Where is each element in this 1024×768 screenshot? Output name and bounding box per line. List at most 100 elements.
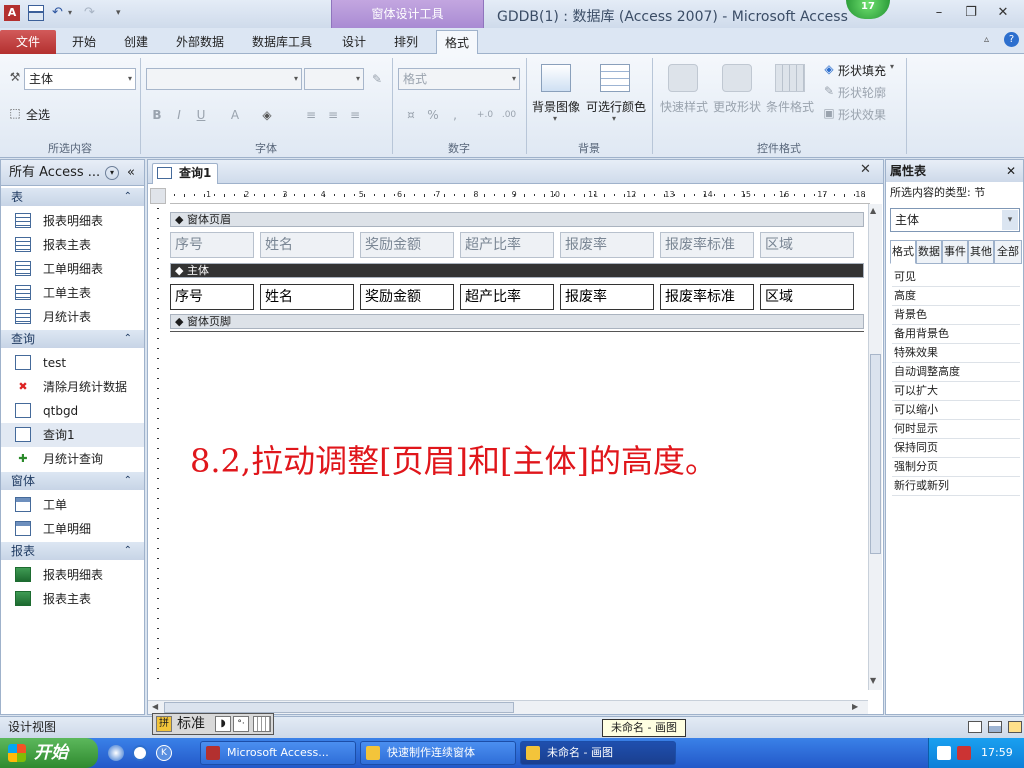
property-row[interactable]: 可以扩大	[892, 382, 1020, 401]
soft-keyboard-icon[interactable]	[253, 716, 271, 732]
property-row[interactable]: 强制分页	[892, 458, 1020, 477]
start-button[interactable]: 开始	[0, 738, 98, 768]
taskbar-button[interactable]: 未命名 - 画图	[520, 741, 676, 765]
ime-logo-icon[interactable]: 拼	[156, 716, 172, 732]
customize-qat-icon[interactable]: ▾	[116, 5, 132, 21]
shape-fill-icon[interactable]: ◈	[820, 60, 838, 78]
tab-create[interactable]: 创建	[116, 30, 156, 54]
taskbar-button[interactable]: 快速制作连续窗体	[360, 741, 516, 765]
nav-section-header[interactable]: 表 ⌃	[1, 188, 144, 206]
nav-item[interactable]: 报表明细表	[1, 209, 144, 233]
field-textbox[interactable]: 区域	[760, 284, 854, 310]
horizontal-scroll-thumb[interactable]	[164, 702, 514, 713]
detail-bar[interactable]: ◆ 主体	[170, 263, 864, 278]
property-tab[interactable]: 数据	[916, 240, 942, 264]
scroll-up-icon[interactable]: ▲	[870, 206, 876, 215]
close-document-icon[interactable]: ✕	[860, 162, 871, 177]
nav-item[interactable]: 月统计表	[1, 305, 144, 329]
save-icon[interactable]	[28, 5, 44, 21]
collapse-section-icon[interactable]: ⌃	[124, 542, 132, 560]
tab-format[interactable]: 格式	[436, 30, 479, 54]
close-property-sheet-icon[interactable]: ✕	[1006, 160, 1016, 182]
property-row[interactable]: 新行或新列	[892, 477, 1020, 496]
nav-item[interactable]: ✚ 月统计查询	[1, 447, 144, 471]
clock[interactable]: 17:59	[981, 738, 1013, 768]
property-row[interactable]: 可见	[892, 268, 1020, 287]
nav-item[interactable]: test	[1, 351, 144, 375]
nav-item[interactable]: qtbgd	[1, 399, 144, 423]
background-image-button[interactable]: 背景图像	[532, 98, 580, 115]
nav-pane-header[interactable]: 所有 Access ... ▾ «	[1, 160, 144, 186]
nav-item[interactable]: 报表主表	[1, 587, 144, 611]
tab-file[interactable]: 文件	[0, 30, 56, 54]
tab-arrange[interactable]: 排列	[386, 30, 426, 54]
nav-dropdown-icon[interactable]: ▾	[105, 166, 119, 180]
property-tab[interactable]: 事件	[942, 240, 968, 264]
property-tab[interactable]: 全部	[994, 240, 1022, 264]
form-view-icon[interactable]	[968, 721, 982, 733]
close-button[interactable]: ✕	[992, 4, 1014, 22]
property-row[interactable]: 自动调整高度	[892, 363, 1020, 382]
layout-view-icon[interactable]	[988, 721, 1002, 733]
tab-design[interactable]: 设计	[334, 30, 374, 54]
nav-item[interactable]: 工单明细	[1, 517, 144, 541]
nav-section-header[interactable]: 窗体 ⌃	[1, 472, 144, 490]
document-tab-query1[interactable]: 查询1	[152, 163, 218, 184]
property-row[interactable]: 备用背景色	[892, 325, 1020, 344]
field-textbox[interactable]: 超产比率	[460, 284, 554, 310]
nav-section-header[interactable]: 查询 ⌃	[1, 330, 144, 348]
alternate-row-color-icon[interactable]	[600, 64, 630, 92]
nav-section-header[interactable]: 报表 ⌃	[1, 542, 144, 560]
nav-item[interactable]: 工单	[1, 493, 144, 517]
minimize-button[interactable]: –	[928, 4, 950, 22]
nav-item[interactable]: 查询1	[1, 423, 144, 447]
nav-item[interactable]: ✖ 清除月统计数据	[1, 375, 144, 399]
ime-mode-label[interactable]: 标准	[177, 714, 205, 734]
collapse-pane-icon[interactable]: «	[127, 160, 135, 186]
property-row[interactable]: 特殊效果	[892, 344, 1020, 363]
field-textbox[interactable]: 报废率标准	[660, 284, 754, 310]
security-icon[interactable]	[957, 746, 971, 760]
ime-toolbar[interactable]: 拼 标准 ◗ °·	[152, 713, 274, 735]
background-image-icon[interactable]	[541, 64, 571, 92]
nav-item[interactable]: 工单明细表	[1, 257, 144, 281]
field-textbox[interactable]: 序号	[170, 284, 254, 310]
k-app-icon[interactable]: K	[156, 745, 172, 761]
browser-icon[interactable]	[108, 745, 124, 761]
scroll-down-icon[interactable]: ▼	[870, 676, 876, 685]
property-row[interactable]: 可以缩小	[892, 401, 1020, 420]
restore-button[interactable]: ❐	[960, 4, 982, 22]
field-textbox[interactable]: 姓名	[260, 284, 354, 310]
nav-item[interactable]: 报表明细表	[1, 563, 144, 587]
object-selector-combo[interactable]: 主体 ▾	[890, 208, 1020, 232]
property-row[interactable]: 高度	[892, 287, 1020, 306]
scroll-right-icon[interactable]: ▶	[852, 702, 858, 711]
horizontal-scrollbar[interactable]: ◀ ▶	[148, 700, 868, 714]
shape-fill-button[interactable]: 形状填充	[838, 62, 886, 79]
field-textbox[interactable]: 奖励金额	[360, 284, 454, 310]
select-all-button[interactable]: 全选	[26, 106, 50, 123]
fill-color-icon[interactable]: ◈	[258, 106, 276, 124]
selection-combo[interactable]: 主体 ▾	[24, 68, 136, 90]
help-icon[interactable]: ?	[1004, 32, 1019, 47]
property-tab[interactable]: 格式	[890, 240, 916, 264]
tab-external-data[interactable]: 外部数据	[168, 30, 232, 54]
taskbar-button[interactable]: Microsoft Access...	[200, 741, 356, 765]
nav-item[interactable]: 报表主表	[1, 233, 144, 257]
field-textbox[interactable]: 报废率	[560, 284, 654, 310]
property-tab[interactable]: 其他	[968, 240, 994, 264]
tab-home[interactable]: 开始	[64, 30, 104, 54]
design-view-icon[interactable]	[1008, 721, 1022, 733]
form-footer-bar[interactable]: ◆ 窗体页脚	[170, 314, 864, 329]
collapse-section-icon[interactable]: ⌃	[124, 188, 132, 206]
form-header-bar[interactable]: ◆ 窗体页眉	[170, 212, 864, 227]
half-width-icon[interactable]: ◗	[215, 716, 231, 732]
property-row[interactable]: 背景色	[892, 306, 1020, 325]
scroll-left-icon[interactable]: ◀	[152, 702, 158, 711]
nav-item[interactable]: 工单主表	[1, 281, 144, 305]
alternate-row-color-button[interactable]: 可选行颜色	[586, 98, 646, 115]
access-app-icon[interactable]: A	[4, 5, 20, 21]
vertical-scroll-thumb[interactable]	[870, 354, 881, 554]
network-icon[interactable]	[937, 746, 951, 760]
minimize-ribbon-icon[interactable]: ▵	[984, 34, 989, 45]
